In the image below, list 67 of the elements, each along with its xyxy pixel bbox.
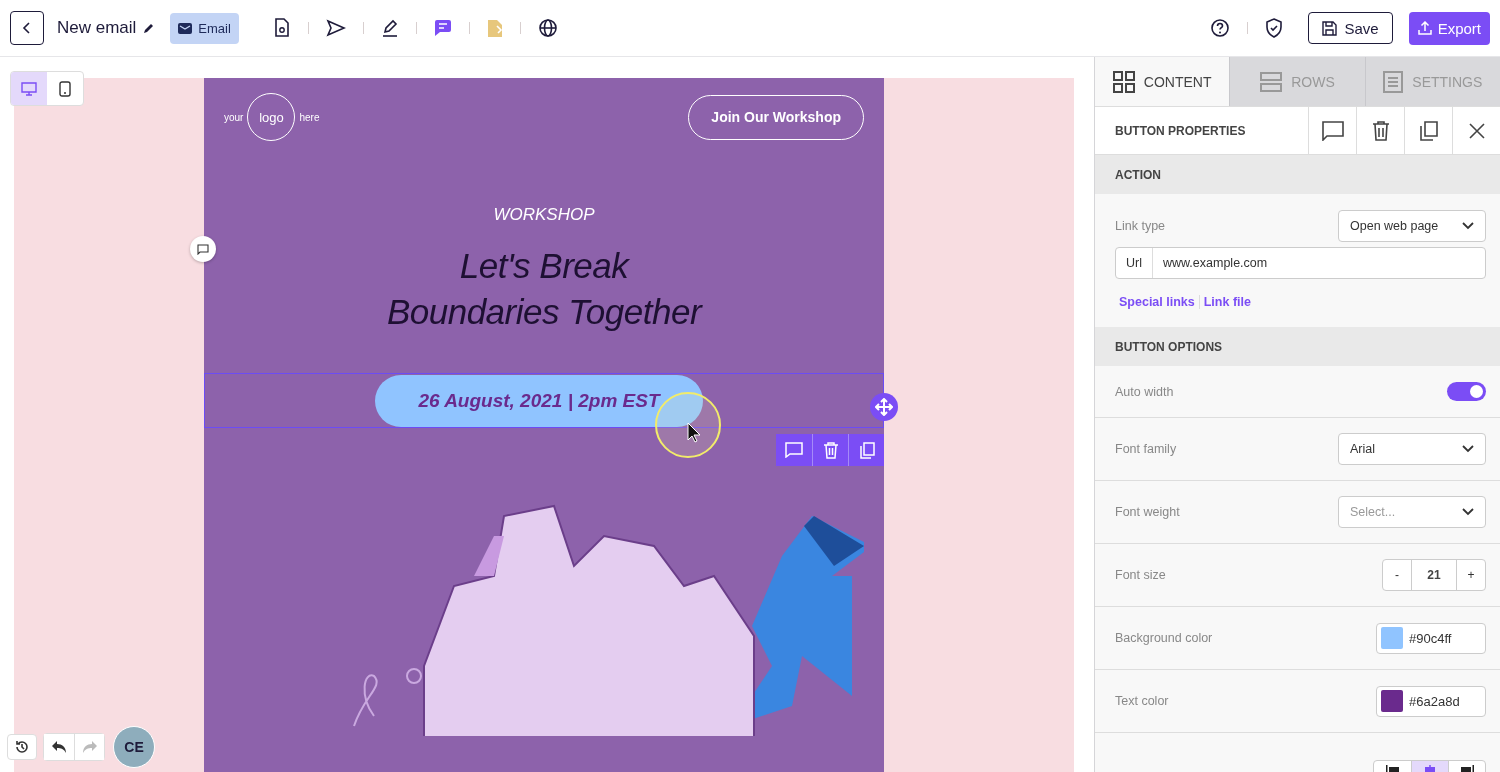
phone-icon bbox=[59, 80, 71, 97]
comment-icon bbox=[1321, 120, 1344, 141]
section-header: ACTION bbox=[1095, 155, 1500, 194]
export-button[interactable]: Export bbox=[1408, 11, 1490, 45]
shield-icon[interactable] bbox=[1265, 18, 1284, 38]
send-icon[interactable] bbox=[325, 19, 346, 37]
history-icon bbox=[14, 739, 30, 755]
increment-button[interactable]: + bbox=[1457, 560, 1485, 590]
field-label: Text color bbox=[1115, 694, 1169, 708]
align-icon bbox=[1385, 765, 1400, 772]
undo-icon bbox=[51, 740, 67, 754]
monitor-icon bbox=[21, 81, 37, 96]
chevron-down-icon bbox=[1462, 445, 1474, 453]
panel-title: BUTTON PROPERTIES bbox=[1114, 123, 1247, 138]
copy-icon bbox=[858, 441, 875, 459]
move-handle-icon[interactable] bbox=[870, 393, 898, 421]
close-icon bbox=[1468, 122, 1485, 139]
history-button[interactable] bbox=[7, 734, 37, 760]
comment-icon[interactable] bbox=[433, 19, 452, 37]
file-icon[interactable] bbox=[272, 18, 291, 38]
field-label: Auto width bbox=[1115, 384, 1174, 399]
toggle-switch[interactable] bbox=[1447, 382, 1486, 401]
link-type-dropdown[interactable]: Open web page bbox=[1338, 210, 1486, 242]
field-label: Font size bbox=[1115, 568, 1166, 582]
trash-icon bbox=[822, 441, 839, 459]
envelope-icon bbox=[178, 22, 193, 34]
help-icon[interactable] bbox=[1210, 18, 1231, 38]
headline-text: Boundaries Together bbox=[386, 291, 702, 333]
decrement-button[interactable]: - bbox=[1383, 560, 1411, 590]
pen-icon[interactable] bbox=[380, 18, 399, 38]
eyebrow-text: WORKSHOP bbox=[493, 205, 595, 225]
align-icon bbox=[1423, 765, 1437, 772]
redo-icon bbox=[81, 740, 98, 754]
list-icon bbox=[1383, 70, 1404, 93]
field-label: Link type bbox=[1115, 219, 1166, 233]
align-icon bbox=[1460, 765, 1474, 772]
copy-icon bbox=[1419, 120, 1438, 141]
save-icon bbox=[1322, 20, 1338, 36]
dropdown[interactable]: Arial bbox=[1338, 433, 1486, 465]
logo-text: your bbox=[224, 111, 244, 123]
color-field[interactable]: #6a2a8d bbox=[1376, 685, 1486, 717]
link[interactable]: Link file bbox=[1198, 295, 1255, 309]
chevron-down-icon bbox=[1462, 222, 1474, 230]
headline-text: Let's Break bbox=[459, 245, 629, 287]
section-header: BUTTON OPTIONS bbox=[1095, 327, 1500, 366]
link[interactable]: Special links bbox=[1119, 295, 1199, 309]
document-title: New email bbox=[57, 18, 137, 38]
back-button[interactable] bbox=[10, 11, 44, 45]
chevron-down-icon bbox=[1462, 508, 1474, 516]
trash-icon bbox=[1371, 120, 1390, 141]
color-field[interactable]: #90c4ff bbox=[1376, 622, 1486, 654]
desktop-view-button[interactable] bbox=[11, 72, 47, 105]
logo-text: here bbox=[299, 111, 320, 123]
field-label: Font weight bbox=[1115, 505, 1180, 519]
date-button[interactable]: 26 August, 2021 | 2pm EST bbox=[375, 374, 703, 427]
rows-icon bbox=[1260, 71, 1283, 92]
upload-icon bbox=[1417, 21, 1432, 35]
comment-icon bbox=[785, 442, 803, 458]
globe-icon[interactable] bbox=[537, 18, 558, 38]
save-button[interactable]: Save bbox=[1308, 12, 1393, 44]
number-field[interactable]: 21 bbox=[1411, 560, 1457, 590]
grid-icon bbox=[1112, 70, 1135, 93]
email-type-button[interactable]: Email bbox=[170, 12, 239, 44]
field-label: Font family bbox=[1115, 442, 1177, 456]
field-label: Background color bbox=[1115, 631, 1213, 645]
selected-row-outline[interactable]: 26 August, 2021 | 2pm EST bbox=[204, 373, 884, 428]
url-field[interactable]: Url www.example.com bbox=[1115, 247, 1486, 279]
